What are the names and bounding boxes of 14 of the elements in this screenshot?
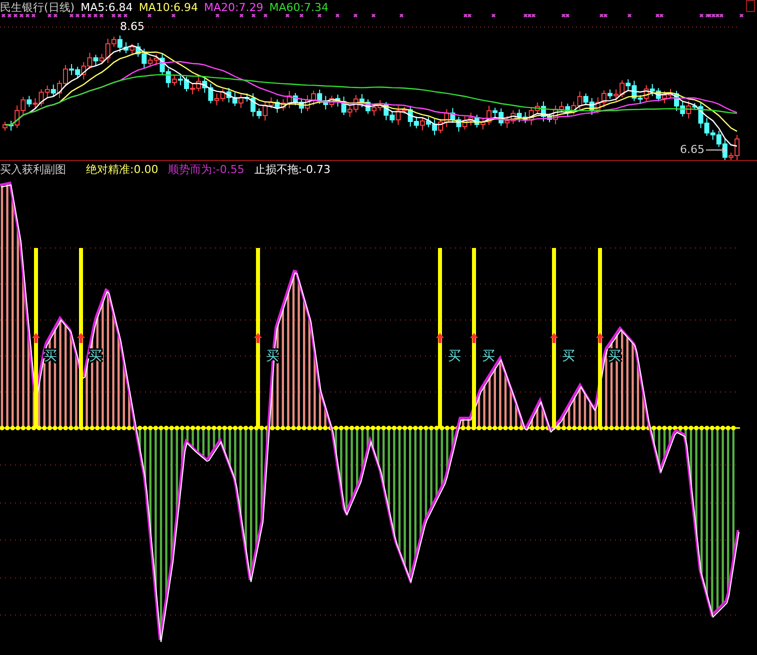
high-price-label: 8.65 xyxy=(120,20,144,33)
indicator-value: 顺势而为:-0.55 xyxy=(168,162,244,176)
low-price-label: 6.65 xyxy=(680,143,728,156)
indicator-value: MA60:7.34 xyxy=(269,0,328,14)
indicator-value: 绝对精准:0.00 xyxy=(86,162,158,176)
indicator-value: MA10:6.94 xyxy=(138,0,198,14)
indicator-value: 止损不拖:-0.73 xyxy=(254,162,331,176)
buy-label: 买 xyxy=(482,349,495,364)
buy-label: 买 xyxy=(448,349,461,364)
chart-title: 买入获利副图 xyxy=(0,162,66,176)
indicator-value: MA5:6.84 xyxy=(80,0,133,14)
chart-title: 民生银行(日线) xyxy=(0,0,75,14)
indicator-value: MA20:7.29 xyxy=(204,0,264,14)
buy-label: 买 xyxy=(562,349,575,364)
